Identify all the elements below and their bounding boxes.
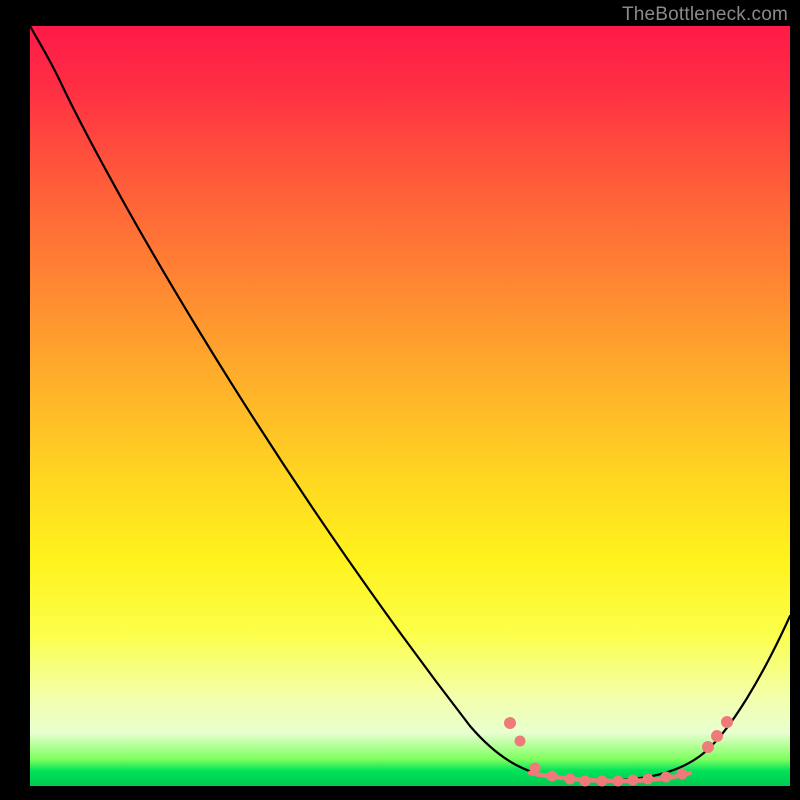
sweet-spot-dot <box>505 718 516 729</box>
chart-frame: TheBottleneck.com <box>0 0 800 800</box>
watermark-text: TheBottleneck.com <box>622 4 788 26</box>
curve-svg <box>30 26 790 786</box>
sweet-spot-dot <box>613 776 623 786</box>
sweet-spot-dot <box>515 736 525 746</box>
sweet-spot-dot <box>597 776 607 786</box>
bottleneck-curve <box>30 26 790 780</box>
sweet-spot-dot <box>722 717 733 728</box>
sweet-spot-dot <box>712 731 723 742</box>
sweet-spot-dot <box>643 774 653 784</box>
sweet-spot-dot <box>628 775 638 785</box>
sweet-spot-dot <box>677 769 687 779</box>
sweet-spot-dot <box>661 772 671 782</box>
sweet-spot-dot <box>703 742 714 753</box>
sweet-spot-dot <box>565 774 575 784</box>
sweet-spot-dot <box>547 771 557 781</box>
sweet-spot-dot <box>530 763 540 773</box>
sweet-spot-dot <box>580 776 590 786</box>
plot-area <box>30 26 790 786</box>
